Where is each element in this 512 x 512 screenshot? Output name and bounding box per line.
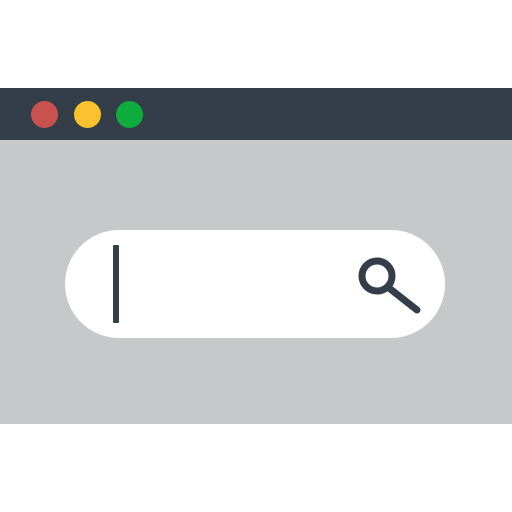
minimize-button[interactable] xyxy=(74,101,101,128)
search-input[interactable] xyxy=(125,250,345,320)
text-cursor xyxy=(113,245,119,323)
browser-illustration xyxy=(0,0,512,512)
window-content xyxy=(0,140,512,424)
search-icon[interactable] xyxy=(356,255,424,315)
close-button[interactable] xyxy=(31,101,58,128)
title-bar xyxy=(0,88,512,140)
browser-window xyxy=(0,88,512,424)
maximize-button[interactable] xyxy=(116,101,143,128)
